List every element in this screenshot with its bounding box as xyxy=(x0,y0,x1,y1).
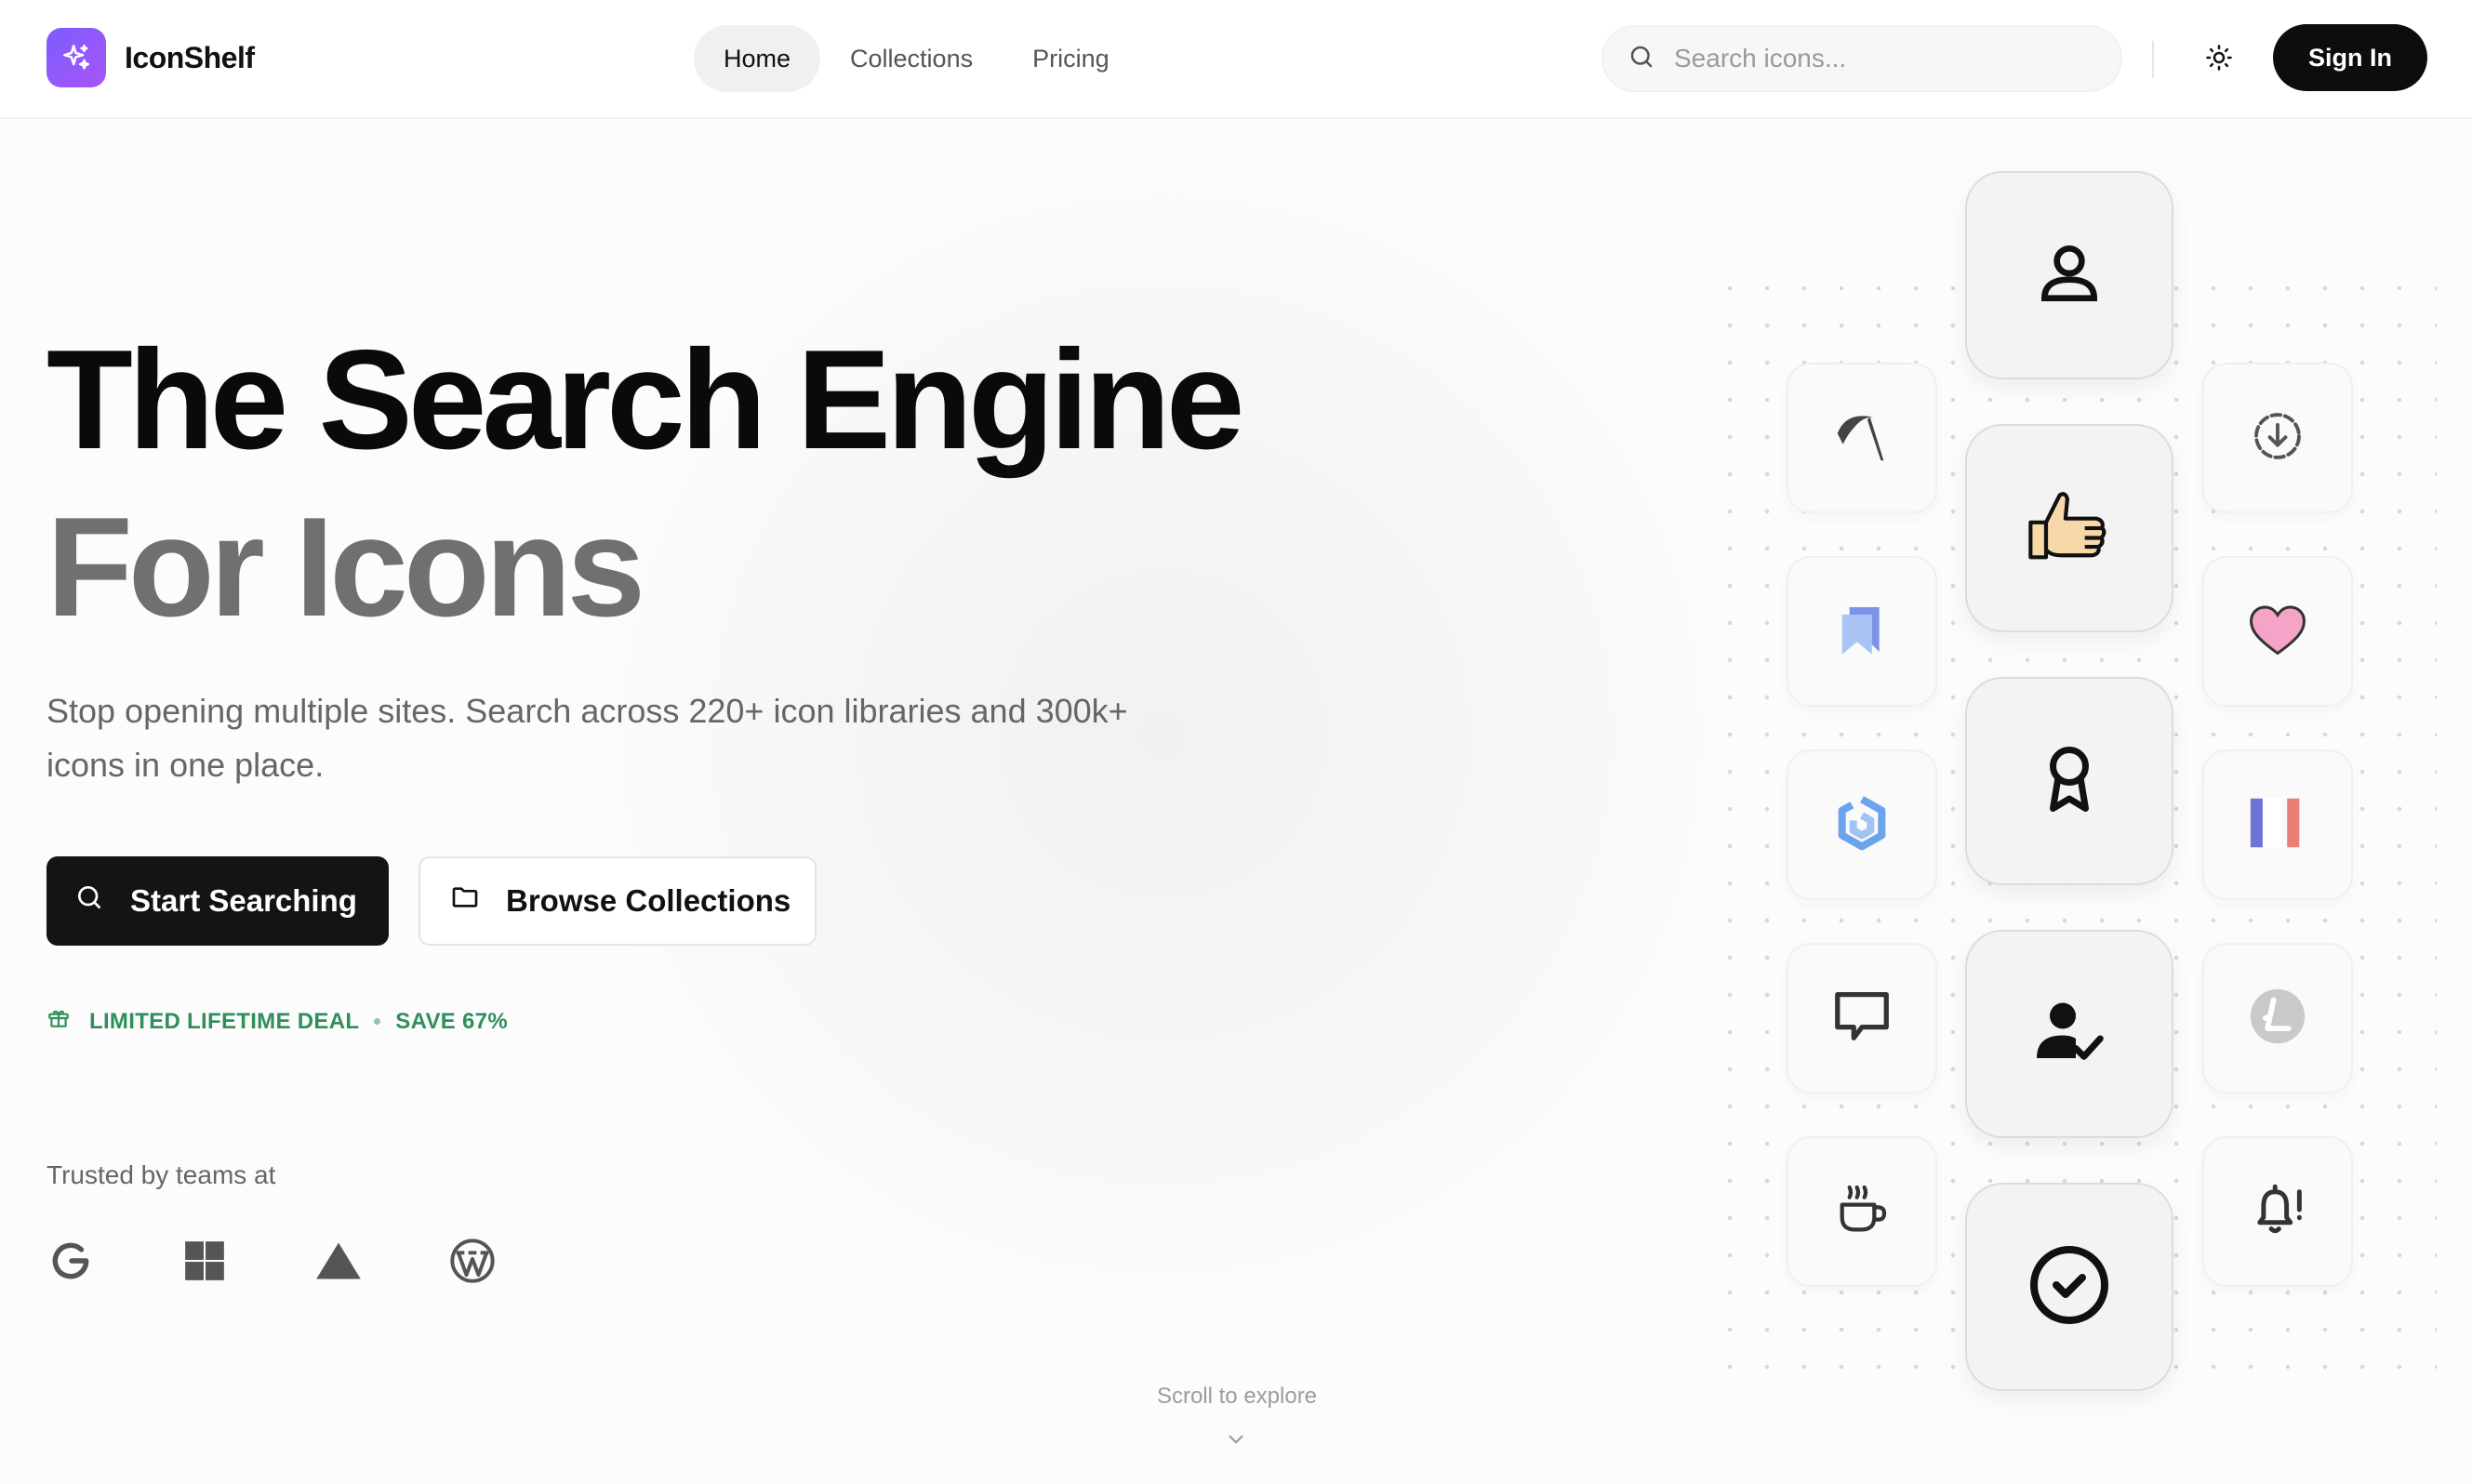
user-check-icon xyxy=(2030,993,2108,1076)
start-searching-button[interactable]: Start Searching xyxy=(47,856,389,946)
check-circle-icon xyxy=(2025,1240,2114,1334)
bell-alert-icon xyxy=(2247,1179,2308,1245)
browse-collections-label: Browse Collections xyxy=(506,883,791,918)
pink-heart-icon-card[interactable] xyxy=(2202,556,2353,707)
hero-subtitle: Stop opening multiple sites. Search acro… xyxy=(47,692,1128,784)
hot-coffee-icon-card[interactable] xyxy=(1787,1136,1937,1287)
nav-home[interactable]: Home xyxy=(694,25,821,92)
user-icon-card[interactable] xyxy=(1965,171,2173,379)
main-nav: Home Collections Pricing xyxy=(694,25,1139,92)
hero-title-line-2: For Icons xyxy=(47,488,645,646)
search-input[interactable] xyxy=(1674,44,2083,73)
deal-banner: LIMITED LIFETIME DEAL SAVE 67% xyxy=(47,1006,508,1037)
message-square-icon xyxy=(1829,984,1894,1053)
theme-toggle-button[interactable] xyxy=(2195,35,2243,84)
brand-name: IconShelf xyxy=(125,40,255,74)
message-square-icon-card[interactable] xyxy=(1787,943,1937,1093)
hot-coffee-icon xyxy=(1832,1180,1892,1244)
thumbs-up-icon xyxy=(2023,480,2116,577)
header-divider xyxy=(2152,41,2154,78)
download-circle-icon xyxy=(2251,409,2305,468)
sun-icon xyxy=(2205,44,2233,76)
deal-label: LIMITED LIFETIME DEAL xyxy=(89,1008,360,1034)
deal-save: SAVE 67% xyxy=(395,1008,508,1034)
france-flag-icon-card[interactable] xyxy=(2202,749,2353,900)
bookmarks-icon-card[interactable] xyxy=(1787,556,1937,707)
gift-icon xyxy=(47,1006,71,1037)
trusted-label: Trusted by teams at xyxy=(47,1160,276,1189)
award-ribbon-icon-card[interactable] xyxy=(1965,677,2173,885)
hero-title-line-1: The Search Engine xyxy=(47,321,1244,479)
top-nav-bar: IconShelf Home Collections Pricing Sign … xyxy=(0,0,2472,119)
vercel-logo-icon xyxy=(314,1237,363,1285)
search-icon xyxy=(1628,43,1655,75)
bookmarks-icon xyxy=(1832,600,1892,664)
brand-logo-link[interactable]: IconShelf xyxy=(47,28,255,87)
pink-heart-icon xyxy=(2244,596,2311,668)
check-circle-icon-card[interactable] xyxy=(1965,1183,2173,1391)
deal-separator-dot xyxy=(374,1018,381,1025)
sign-in-button[interactable]: Sign In xyxy=(2273,24,2427,91)
scythe-icon xyxy=(1829,404,1894,473)
litecoin-icon-card[interactable] xyxy=(2202,943,2353,1093)
bell-alert-icon-card[interactable] xyxy=(2202,1136,2353,1287)
download-circle-icon-card[interactable] xyxy=(2202,363,2353,513)
folder-icon xyxy=(450,882,480,920)
search-bar[interactable] xyxy=(1601,25,2122,92)
user-icon xyxy=(2032,236,2107,315)
search-icon xyxy=(74,882,104,920)
nav-pricing[interactable]: Pricing xyxy=(1003,25,1139,92)
browse-collections-button[interactable]: Browse Collections xyxy=(419,856,817,946)
hero-title: The Search Engine For Icons xyxy=(47,316,1244,651)
chevron-down-icon[interactable] xyxy=(1224,1430,1248,1453)
hexagon-logo-icon xyxy=(1832,793,1892,857)
wordpress-logo-icon xyxy=(448,1237,497,1285)
sparkle-icon xyxy=(47,28,106,87)
award-ribbon-icon xyxy=(2030,740,2108,823)
trusted-brands xyxy=(47,1237,582,1285)
hexagon-logo-icon-card[interactable] xyxy=(1787,749,1937,900)
nav-collections[interactable]: Collections xyxy=(820,25,1003,92)
scroll-hint: Scroll to explore xyxy=(1156,1384,1318,1409)
windows-logo-icon xyxy=(180,1237,229,1285)
start-searching-label: Start Searching xyxy=(130,883,357,918)
user-check-icon-card[interactable] xyxy=(1965,930,2173,1138)
thumbs-up-icon-card[interactable] xyxy=(1965,424,2173,632)
google-logo-icon xyxy=(47,1237,95,1285)
scythe-icon-card[interactable] xyxy=(1787,363,1937,513)
litecoin-icon xyxy=(2245,984,2310,1053)
france-flag-icon xyxy=(2245,790,2310,860)
